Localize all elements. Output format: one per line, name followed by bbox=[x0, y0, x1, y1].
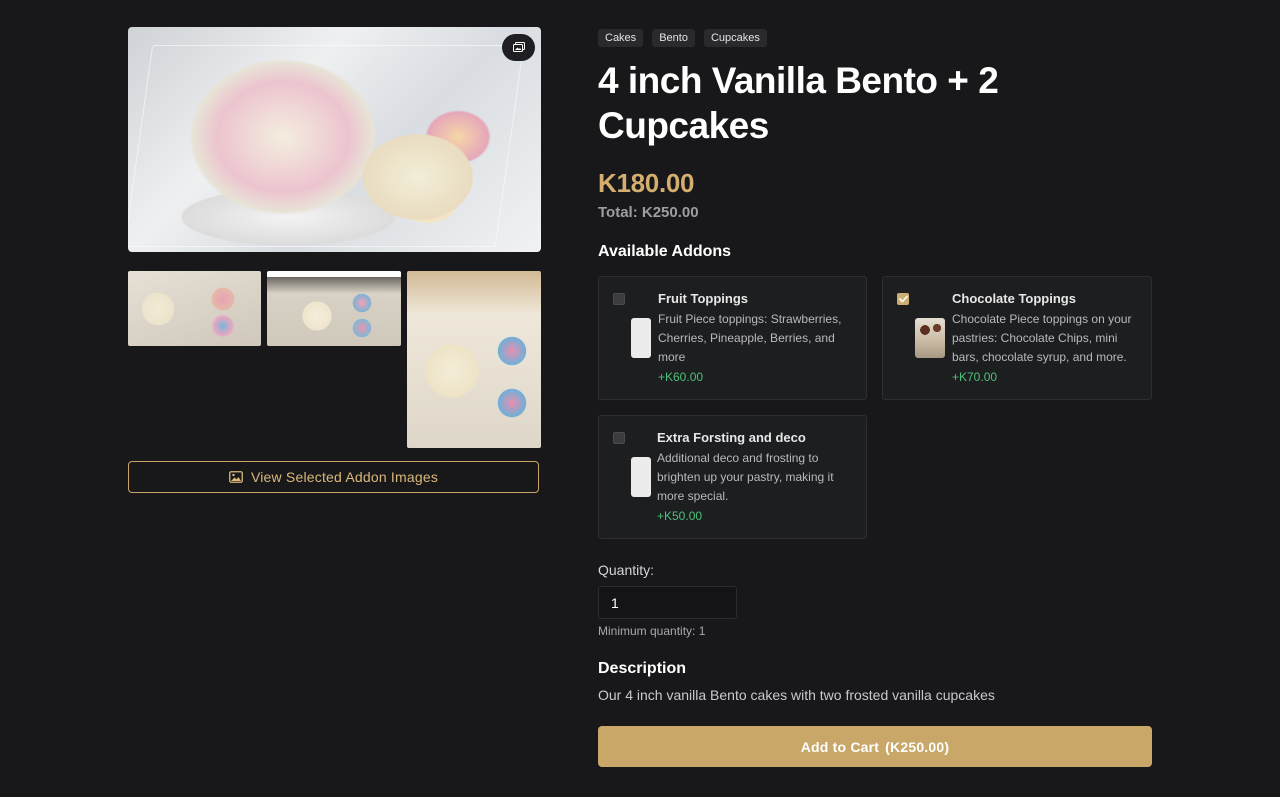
add-to-cart-button[interactable]: Add to Cart (K250.00) bbox=[598, 726, 1152, 767]
addon-price: +K70.00 bbox=[952, 370, 998, 384]
image-box-outline bbox=[128, 45, 525, 247]
minimum-quantity-note: Minimum quantity: 1 bbox=[598, 624, 706, 638]
checkmark-icon bbox=[898, 295, 908, 303]
addon-price: +K60.00 bbox=[658, 370, 704, 384]
addon-price: +K50.00 bbox=[657, 509, 703, 523]
image-gallery-button[interactable] bbox=[502, 34, 535, 61]
view-selected-addon-images-button[interactable]: View Selected Addon Images bbox=[128, 461, 539, 493]
tag-cakes[interactable]: Cakes bbox=[598, 29, 644, 47]
product-price: K180.00 bbox=[598, 168, 695, 198]
quantity-input[interactable] bbox=[598, 586, 737, 619]
addon-description: Fruit Piece toppings: Strawberries, Cher… bbox=[658, 312, 842, 364]
addon-card-extra-frosting[interactable]: Extra Forsting and deco Additional deco … bbox=[598, 415, 867, 539]
addon-description: Additional deco and frosting to brighten… bbox=[657, 451, 834, 503]
add-to-cart-amount: (K250.00) bbox=[885, 738, 950, 755]
product-page: View Selected Addon Images Cakes Bento C… bbox=[0, 0, 1280, 797]
product-title: 4 inch Vanilla Bento + 2 Cupcakes bbox=[598, 60, 999, 146]
addon-thumbnail bbox=[915, 318, 945, 358]
thumbnail-2[interactable] bbox=[267, 271, 401, 346]
quantity-label: Quantity: bbox=[598, 562, 655, 578]
description-text: Our 4 inch vanilla Bento cakes with two … bbox=[598, 687, 995, 703]
tag-cupcakes[interactable]: Cupcakes bbox=[703, 29, 767, 47]
view-addon-images-label: View Selected Addon Images bbox=[250, 469, 439, 485]
addon-name: Fruit Toppings bbox=[658, 291, 749, 306]
image-icon bbox=[229, 471, 243, 483]
addon-checkbox[interactable] bbox=[613, 293, 625, 305]
addon-card-chocolate-toppings[interactable]: Chocolate Toppings Chocolate Piece toppi… bbox=[882, 276, 1152, 400]
available-addons-heading: Available Addons bbox=[598, 243, 732, 260]
description-heading: Description bbox=[598, 660, 687, 677]
add-to-cart-label: Add to Cart bbox=[800, 738, 880, 755]
image-gallery-icon bbox=[512, 42, 525, 52]
addon-thumbnail bbox=[631, 457, 651, 497]
total-price: Total: K250.00 bbox=[598, 204, 699, 221]
tag-bento[interactable]: Bento bbox=[652, 29, 695, 47]
addon-description: Chocolate Piece toppings on your pastrie… bbox=[952, 312, 1132, 364]
addon-checkbox[interactable] bbox=[613, 432, 625, 444]
category-tags: Cakes Bento Cupcakes bbox=[598, 29, 767, 47]
addon-checkbox-checked[interactable] bbox=[897, 293, 909, 305]
addon-name: Extra Forsting and deco bbox=[657, 430, 806, 445]
addon-name: Chocolate Toppings bbox=[952, 291, 1076, 306]
thumbnail-1[interactable] bbox=[128, 271, 261, 346]
thumbnail-3[interactable] bbox=[407, 271, 541, 448]
addon-thumbnail bbox=[631, 318, 651, 358]
addon-card-fruit-toppings[interactable]: Fruit Toppings Fruit Piece toppings: Str… bbox=[598, 276, 867, 400]
main-product-image[interactable] bbox=[128, 27, 541, 252]
